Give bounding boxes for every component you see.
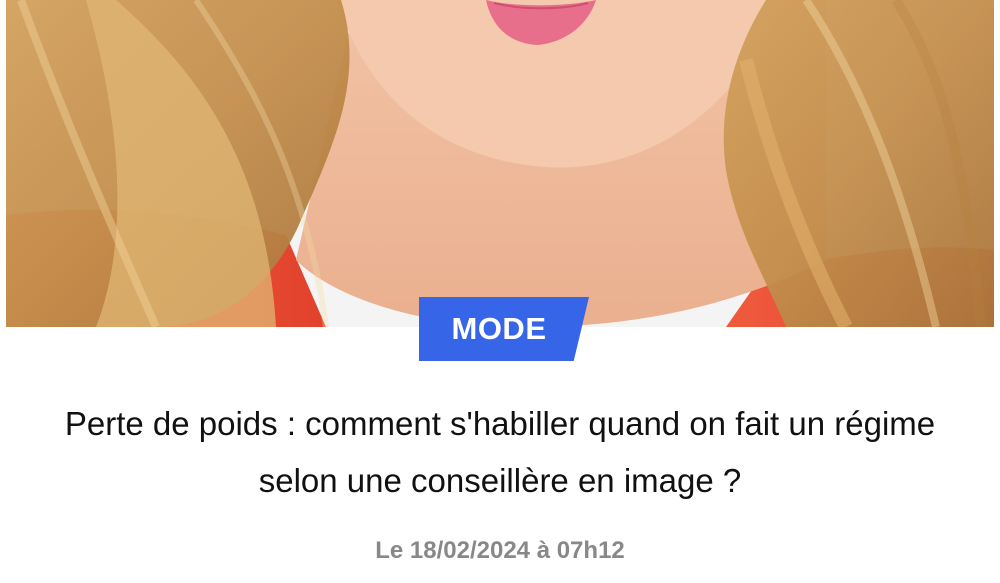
article-card[interactable]: MODE Perte de poids : comment s'habiller… [6,0,994,583]
portrait-image [6,0,994,327]
page: MODE Perte de poids : comment s'habiller… [0,0,1000,583]
category-label: MODE [451,311,547,346]
article-hero-image[interactable] [6,0,994,327]
article-title[interactable]: Perte de poids : comment s'habiller quan… [46,395,954,509]
category-badge[interactable]: MODE [419,297,589,361]
article-date: Le 18/02/2024 à 07h12 [375,537,625,564]
